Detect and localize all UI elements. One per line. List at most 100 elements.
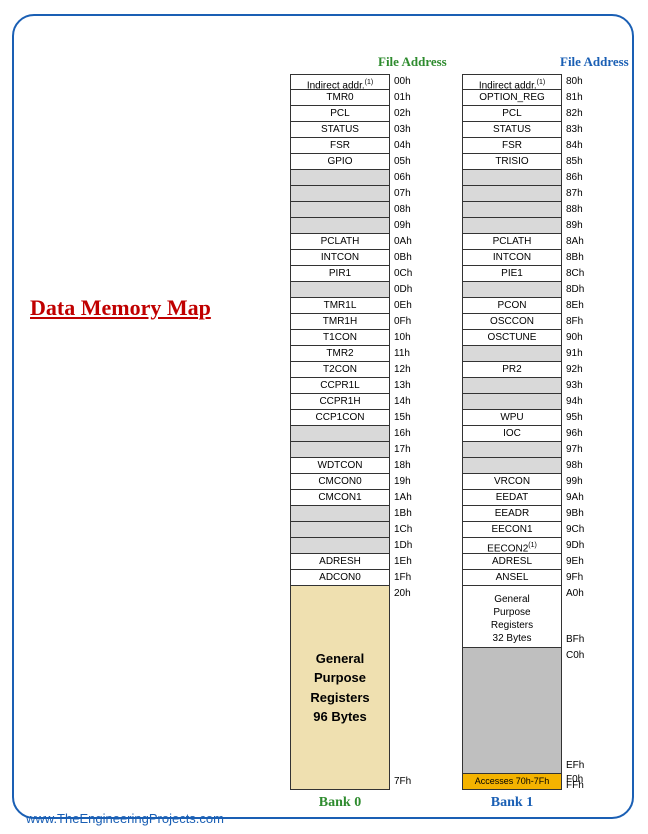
bank1-reg-row: 86h (462, 170, 592, 186)
bank0-reg-row: ADRESH1Eh (290, 554, 420, 570)
bank0-reg-row: STATUS03h (290, 122, 420, 138)
bank1-addr: 88h (562, 202, 592, 218)
bank0-label: Bank 0 (290, 795, 390, 811)
bank0-addr: 06h (390, 170, 420, 186)
bank1-gpr-block: GeneralPurposeRegisters32 Bytes (462, 586, 562, 648)
bank1-reg-cell: EECON1 (462, 522, 562, 538)
bank0-addr: 16h (390, 426, 420, 442)
bank1-addr: 85h (562, 154, 592, 170)
bank0-reg-cell: STATUS (290, 122, 390, 138)
bank1-addr: 9Bh (562, 506, 592, 522)
bank1-reg-row: PCLATH8Ah (462, 234, 592, 250)
bank1-reg-row: ADRESL9Eh (462, 554, 592, 570)
bank0-addr: 14h (390, 394, 420, 410)
bank1-reg-cell (462, 394, 562, 410)
bank0-gpr-end-addr: 7Fh (390, 774, 420, 790)
bank1-reg-cell: VRCON (462, 474, 562, 490)
bank0-addr: 0Eh (390, 298, 420, 314)
bank0-addr: 13h (390, 378, 420, 394)
bank1-reg-row: IOC96h (462, 426, 592, 442)
bank0-reg-row: TMR1L0Eh (290, 298, 420, 314)
bank0-reg-row: PCL02h (290, 106, 420, 122)
bank0-reg-cell: T1CON (290, 330, 390, 346)
bank0-reg-row: 1Dh (290, 538, 420, 554)
bank0-addr: 17h (390, 442, 420, 458)
bank0-reg-cell (290, 442, 390, 458)
bank0-reg-row: 0Dh (290, 282, 420, 298)
bank0-reg-row: CMCON019h (290, 474, 420, 490)
bank0-reg-cell (290, 522, 390, 538)
bank1-reg-cell (462, 202, 562, 218)
bank1-addr: 8Ch (562, 266, 592, 282)
bank1-reg-row: VRCON99h (462, 474, 592, 490)
bank0-addr: 05h (390, 154, 420, 170)
bank0-reg-row: TMR1H0Fh (290, 314, 420, 330)
title-area: Data Memory Map (30, 295, 260, 321)
bank1-reg-cell: WPU (462, 410, 562, 426)
bank0-addr: 0Ch (390, 266, 420, 282)
bank1-reg-row: INTCON8Bh (462, 250, 592, 266)
bank0-reg-row: CCPR1L13h (290, 378, 420, 394)
bank1-reg-cell (462, 282, 562, 298)
bank1-addr: 84h (562, 138, 592, 154)
bank0-reg-row: CMCON11Ah (290, 490, 420, 506)
bank0-reg-cell (290, 186, 390, 202)
bank1-reg-row: OSCCON8Fh (462, 314, 592, 330)
bank0-reg-cell: T2CON (290, 362, 390, 378)
bank1-addr: 9Dh (562, 538, 592, 554)
bank0-reg-row: Indirect addr.(1)00h (290, 74, 420, 90)
bank0-gpr-start-addr: 20h (390, 586, 420, 602)
bank1-reg-row: 94h (462, 394, 592, 410)
bank1-reg-row: 87h (462, 186, 592, 202)
bank1-reg-row: TRISIO85h (462, 154, 592, 170)
bank1-reg-cell: ANSEL (462, 570, 562, 586)
bank1-reg-cell (462, 458, 562, 474)
bank0-reg-cell (290, 202, 390, 218)
bank1-reg-row: ANSEL9Fh (462, 570, 592, 586)
bank1-addr: 8Dh (562, 282, 592, 298)
bank0-addr: 03h (390, 122, 420, 138)
bank1-addr: 83h (562, 122, 592, 138)
bank1-reg-row: 93h (462, 378, 592, 394)
bank1-addr: 98h (562, 458, 592, 474)
bank1-addr: 91h (562, 346, 592, 362)
diagram-title: Data Memory Map (30, 295, 260, 321)
bank1-addr: 92h (562, 362, 592, 378)
bank1-gpr-start-addr: A0h (562, 586, 592, 602)
bank0-reg-row: INTCON0Bh (290, 250, 420, 266)
bank1-reg-row: PIE18Ch (462, 266, 592, 282)
bank0-reg-cell: CCPR1H (290, 394, 390, 410)
bank0-reg-cell (290, 538, 390, 554)
bank0-addr: 1Fh (390, 570, 420, 586)
bank0-reg-row: TMR001h (290, 90, 420, 106)
bank0-addr: 04h (390, 138, 420, 154)
bank1-addr: 80h (562, 74, 592, 90)
bank1-reg-cell: PCL (462, 106, 562, 122)
bank0-reg-cell: TMR1H (290, 314, 390, 330)
bank1-reg-row: 91h (462, 346, 592, 362)
bank1-addr: 89h (562, 218, 592, 234)
bank1-addr: 8Ah (562, 234, 592, 250)
bank0-reg-cell: CMCON1 (290, 490, 390, 506)
bank0-reg-cell (290, 506, 390, 522)
bank1-addr: 86h (562, 170, 592, 186)
bank1-addr: 97h (562, 442, 592, 458)
bank0-reg-row: GPIO05h (290, 154, 420, 170)
bank0-reg-row: PCLATH0Ah (290, 234, 420, 250)
bank0-addr: 1Eh (390, 554, 420, 570)
bank0-gpr-block: GeneralPurposeRegisters96 Bytes (290, 586, 390, 790)
bank1-reg-cell: Indirect addr.(1) (462, 74, 562, 90)
bank1-reg-cell: EEDAT (462, 490, 562, 506)
bank1-addr: 81h (562, 90, 592, 106)
bank1-reg-cell: PIE1 (462, 266, 562, 282)
bank1-reg-row: 97h (462, 442, 592, 458)
bank1-addr: 90h (562, 330, 592, 346)
bank0-reg-row: T1CON10h (290, 330, 420, 346)
bank1-reg-row: 98h (462, 458, 592, 474)
bank1-reg-cell (462, 378, 562, 394)
bank1-reg-row: STATUS83h (462, 122, 592, 138)
bank0-reg-row: 16h (290, 426, 420, 442)
bank1-reg-row: 8Dh (462, 282, 592, 298)
bank0-reg-row: 17h (290, 442, 420, 458)
bank0-addr: 0Fh (390, 314, 420, 330)
